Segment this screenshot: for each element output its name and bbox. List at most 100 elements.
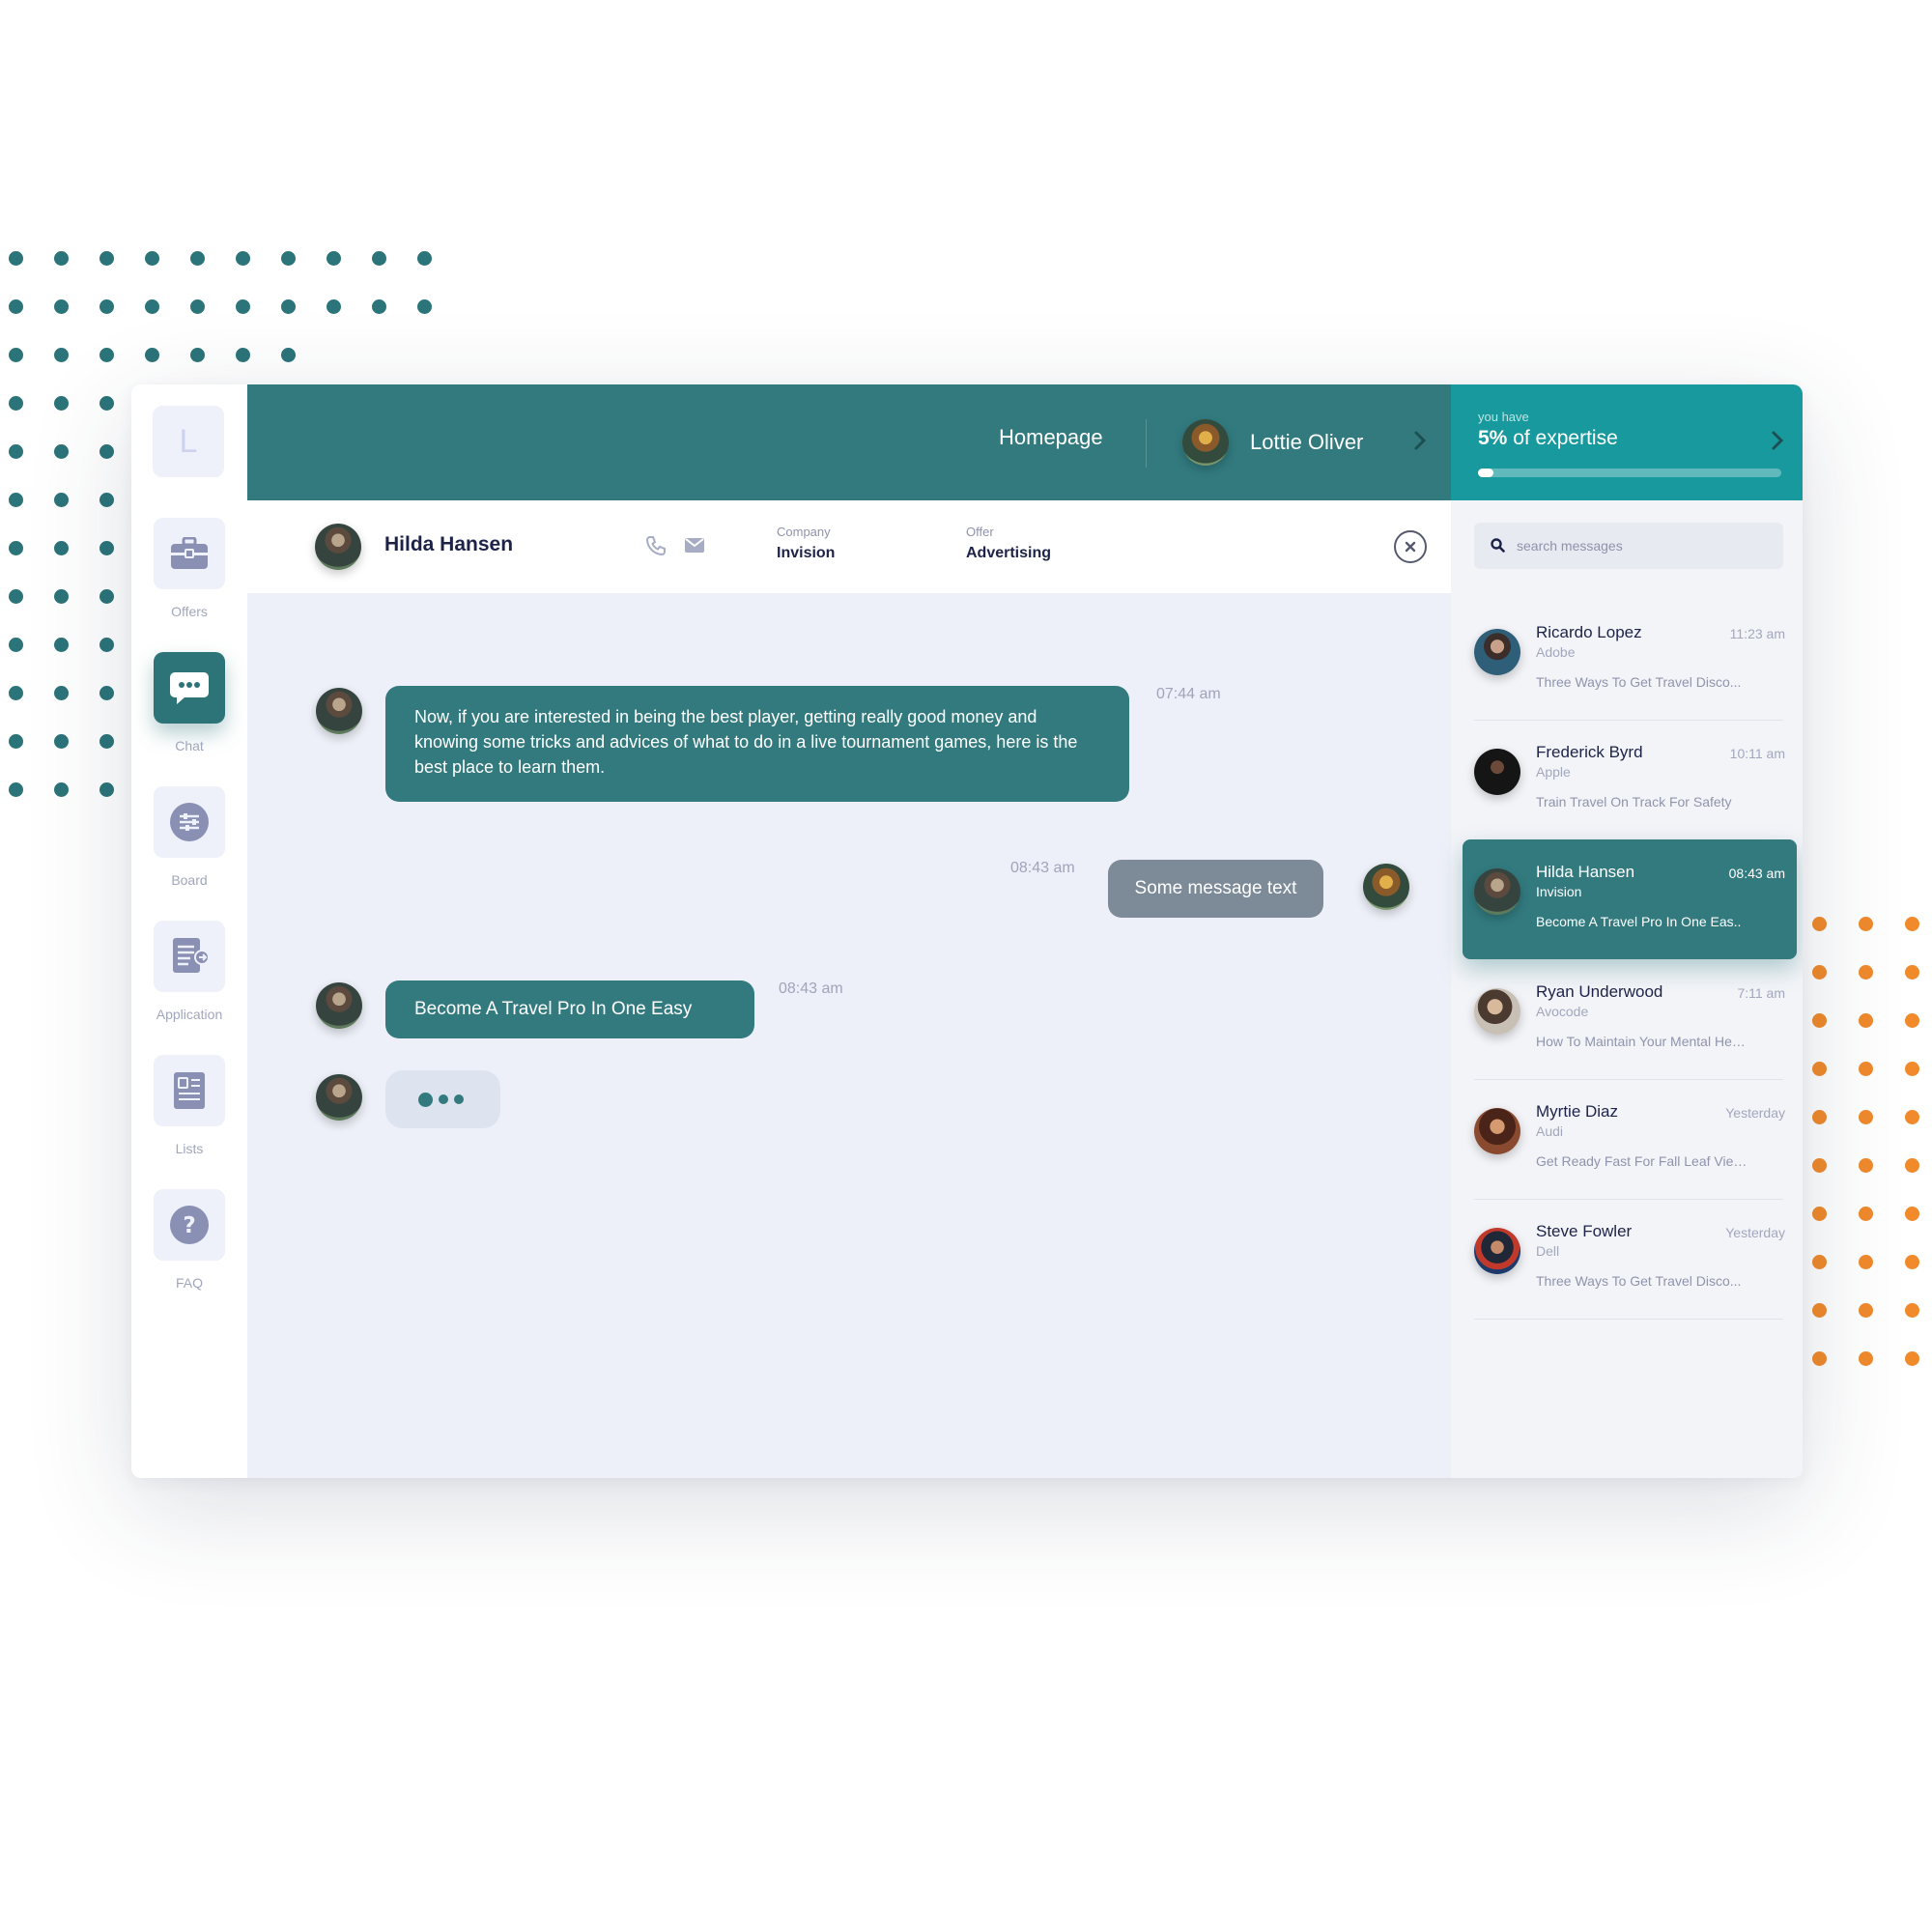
company-value: Invision xyxy=(777,545,836,561)
divider xyxy=(1474,1319,1783,1320)
decorative-dots-teal xyxy=(9,348,296,362)
avatar xyxy=(315,524,361,570)
close-chat-button[interactable] xyxy=(1394,530,1427,563)
conversation-preview: Train Travel On Track For Safety xyxy=(1536,794,1732,810)
avatar xyxy=(1363,864,1409,910)
sidebar-item-label: Offers xyxy=(171,604,208,619)
message-bubble: Now, if you are interested in being the … xyxy=(385,686,1129,802)
conversation-item[interactable]: Hilda Hansen 08:43 am Invision Become A … xyxy=(1463,839,1797,959)
expertise-caption: you have xyxy=(1478,410,1529,424)
conversation-item[interactable]: Ricardo Lopez 11:23 am Adobe Three Ways … xyxy=(1463,600,1797,720)
list-document-icon xyxy=(174,1072,205,1109)
sidebar-item-board[interactable]: Board xyxy=(131,786,247,888)
sidebar-item-label: Lists xyxy=(175,1141,204,1156)
conversation-preview: How To Maintain Your Mental Heal.. xyxy=(1536,1034,1748,1049)
avatar xyxy=(1474,1228,1520,1274)
avatar xyxy=(316,1074,362,1121)
contact-name: Hilda Hansen xyxy=(384,533,514,555)
current-user-menu[interactable]: Lottie Oliver xyxy=(1182,419,1363,466)
sidebar-item-application[interactable]: Application xyxy=(131,921,247,1022)
conversation-company: Audi xyxy=(1536,1123,1564,1139)
sidebar-item-chat[interactable]: Chat xyxy=(131,652,247,753)
avatar xyxy=(316,688,362,734)
contact-header: Hilda Hansen Company Invision Offer Adve… xyxy=(247,500,1451,593)
conversation-item[interactable]: Steve Fowler Yesterday Dell Three Ways T… xyxy=(1463,1199,1797,1319)
conversation-preview: Become A Travel Pro In One Eas.. xyxy=(1536,914,1742,929)
conversation-time: 11:23 am xyxy=(1729,626,1785,641)
message-time: 08:43 am xyxy=(779,980,843,997)
conversation-company: Adobe xyxy=(1536,644,1576,660)
message-bubble: Become A Travel Pro In One Easy xyxy=(385,980,754,1038)
decorative-dots-orange xyxy=(1812,917,1919,1366)
conversation-name: Steve Fowler xyxy=(1536,1222,1633,1240)
sidebar-nav: L Offers Chat Board Application Lists ? … xyxy=(131,384,247,1478)
conversation-time: 10:11 am xyxy=(1729,746,1785,761)
conversation-company: Invision xyxy=(1536,884,1582,899)
offer-label: Offer xyxy=(966,525,994,539)
expertise-progress-fill xyxy=(1478,469,1493,477)
conversation-item[interactable]: Frederick Byrd 10:11 am Apple Train Trav… xyxy=(1463,720,1797,839)
svg-text:?: ? xyxy=(183,1213,195,1238)
conversation-item[interactable]: Ryan Underwood 7:11 am Avocode How To Ma… xyxy=(1463,959,1797,1079)
decorative-dots-teal xyxy=(9,251,432,314)
avatar xyxy=(1474,749,1520,795)
close-icon xyxy=(1405,541,1416,553)
divider xyxy=(1146,419,1147,468)
conversation-preview: Three Ways To Get Travel Disco... xyxy=(1536,674,1742,690)
conversation-time: Yesterday xyxy=(1725,1105,1785,1121)
expertise-value: 5% xyxy=(1478,427,1508,449)
conversation-company: Apple xyxy=(1536,764,1571,780)
document-edit-icon xyxy=(173,938,210,973)
avatar xyxy=(316,982,362,1029)
logo-letter: L xyxy=(179,422,198,460)
expertise-progress-bar xyxy=(1478,469,1781,477)
message-thread: Now, if you are interested in being the … xyxy=(247,593,1451,1478)
conversation-item[interactable]: Myrtie Diaz Yesterday Audi Get Ready Fas… xyxy=(1463,1079,1797,1199)
message-time: 07:44 am xyxy=(1156,686,1221,702)
chat-bubble-icon xyxy=(170,672,209,704)
sliders-icon xyxy=(170,803,209,841)
message-bubble: Some message text xyxy=(1108,860,1323,918)
conversation-name: Ricardo Lopez xyxy=(1536,623,1642,641)
avatar xyxy=(1182,419,1229,466)
sidebar-item-label: Board xyxy=(171,872,208,888)
sidebar-item-lists[interactable]: Lists xyxy=(131,1055,247,1156)
conversation-name: Hilda Hansen xyxy=(1536,863,1635,881)
sidebar-item-label: Chat xyxy=(175,738,204,753)
sidebar-item-offers[interactable]: Offers xyxy=(131,518,247,619)
conversation-time: 08:43 am xyxy=(1728,866,1785,881)
expertise-text: of expertise xyxy=(1513,427,1618,449)
chevron-right-icon[interactable] xyxy=(1770,429,1785,452)
avatar xyxy=(1474,629,1520,675)
avatar xyxy=(1474,1108,1520,1154)
conversation-name: Frederick Byrd xyxy=(1536,743,1643,761)
conversation-name: Ryan Underwood xyxy=(1536,982,1663,1001)
conversation-company: Avocode xyxy=(1536,1004,1589,1019)
sidebar-item-faq[interactable]: ? FAQ xyxy=(131,1189,247,1291)
search-box xyxy=(1474,523,1783,569)
search-icon xyxy=(1491,538,1505,553)
mail-icon[interactable] xyxy=(684,537,705,554)
current-user-name: Lottie Oliver xyxy=(1250,430,1364,454)
sidebar-item-label: Application xyxy=(156,1007,223,1022)
decorative-dots-teal xyxy=(9,396,114,797)
phone-icon[interactable] xyxy=(645,535,667,556)
logo[interactable]: L xyxy=(153,406,224,477)
typing-indicator xyxy=(385,1070,500,1128)
expertise-panel[interactable]: you have 5% of expertise xyxy=(1451,384,1803,500)
message-time: 08:43 am xyxy=(1010,860,1075,876)
conversation-company: Dell xyxy=(1536,1243,1560,1259)
avatar xyxy=(1474,988,1520,1035)
conversation-time: Yesterday xyxy=(1725,1225,1785,1240)
offer-value: Advertising xyxy=(966,545,1052,561)
search-input[interactable] xyxy=(1517,523,1770,569)
sidebar-item-label: FAQ xyxy=(175,1275,203,1291)
conversation-preview: Get Ready Fast For Fall Leaf Viewi.. xyxy=(1536,1153,1748,1169)
chat-app-window: L Offers Chat Board Application Lists ? … xyxy=(131,384,1803,1478)
chevron-right-icon[interactable] xyxy=(1412,429,1428,452)
avatar xyxy=(1474,868,1520,915)
conversation-name: Myrtie Diaz xyxy=(1536,1102,1619,1121)
header-bar: Homepage Lottie Oliver xyxy=(247,384,1451,500)
expertise-summary: 5% of expertise xyxy=(1478,427,1618,450)
homepage-link[interactable]: Homepage xyxy=(999,425,1103,450)
